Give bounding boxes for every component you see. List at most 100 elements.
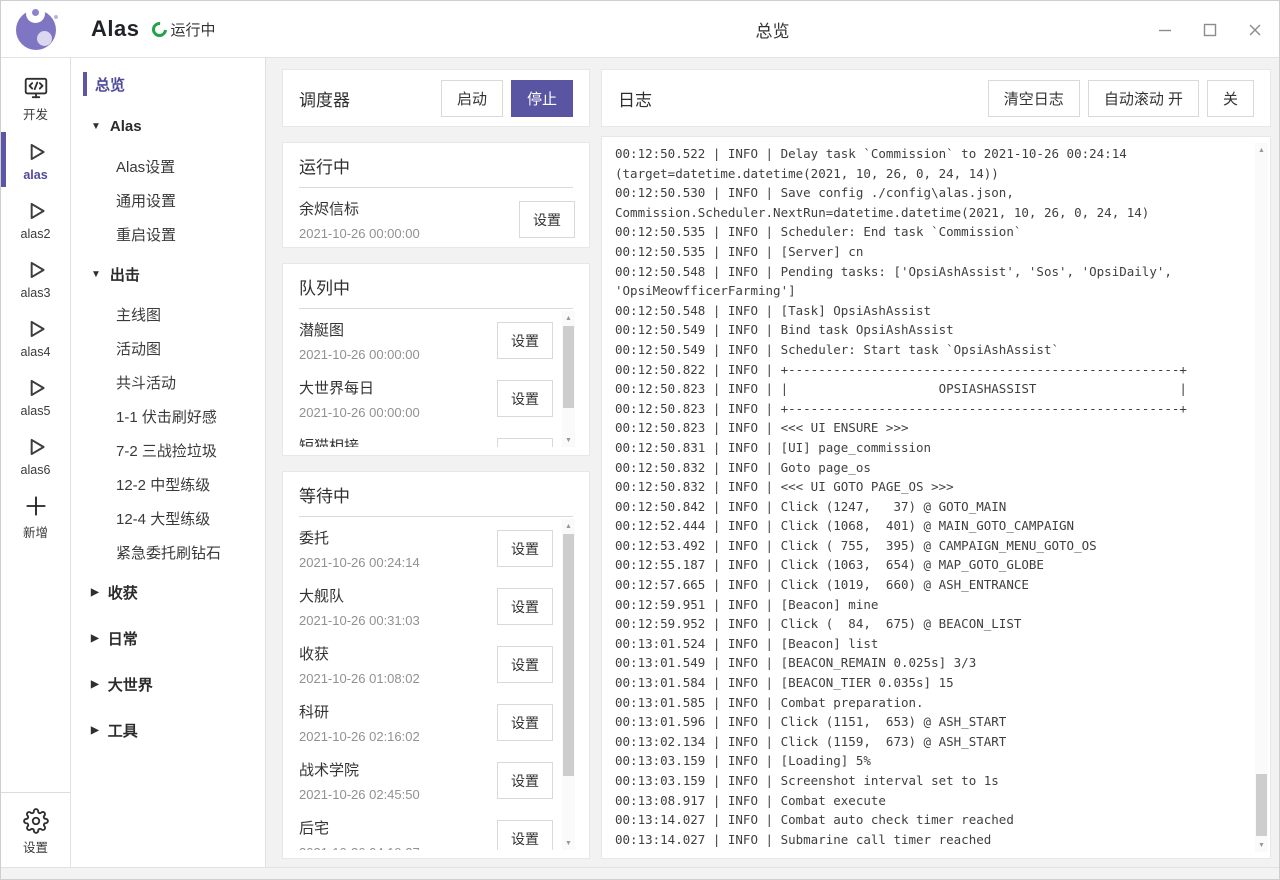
task-name: 潜艇图 [299, 319, 420, 340]
close-button[interactable] [1247, 22, 1263, 38]
task-settings-button[interactable]: 设置 [497, 322, 553, 359]
menu-item[interactable]: 紧急委托刷钻石 [71, 535, 265, 569]
task-settings-button[interactable]: 设置 [497, 530, 553, 567]
scroll-down-arrow-icon[interactable]: ▼ [562, 433, 575, 447]
play-icon [23, 316, 49, 342]
scrollbar[interactable]: ▲▼ [562, 311, 575, 447]
play-icon [23, 375, 49, 401]
maximize-button[interactable] [1202, 22, 1218, 38]
log-line: 00:12:57.665 | INFO | Click (1019, 660) … [615, 575, 1255, 595]
rail-item-alas5[interactable]: alas5 [1, 366, 70, 425]
rail-item-settings[interactable]: 设置 [1, 799, 70, 863]
menu-item[interactable]: ▶大世界 [71, 661, 265, 707]
task-row: 收获2021-10-26 01:08:02设置 [299, 635, 553, 693]
menu-item-label: 大世界 [108, 674, 153, 695]
task-name: 大世界每日 [299, 377, 420, 398]
scroll-down-arrow-icon[interactable]: ▼ [1255, 838, 1268, 852]
clear-log-button[interactable]: 清空日志 [988, 80, 1080, 117]
menu-item[interactable]: Alas设置 [71, 149, 265, 183]
task-time: 2021-10-26 00:24:14 [299, 555, 420, 570]
task-name: 科研 [299, 701, 420, 722]
menu-item[interactable]: ▶日常 [71, 615, 265, 661]
scroll-up-arrow-icon[interactable]: ▲ [562, 311, 575, 325]
start-button[interactable]: 启动 [441, 80, 503, 117]
task-name: 大舰队 [299, 585, 420, 606]
menu-item[interactable]: 共斗活动 [71, 365, 265, 399]
menu-item[interactable]: ▼Alas [71, 103, 265, 149]
menu-item-label: 7-2 三战捡垃圾 [116, 440, 217, 461]
scrollbar[interactable]: ▲▼ [562, 519, 575, 850]
rail-item-alas4[interactable]: alas4 [1, 307, 70, 366]
log-line: 00:13:03.159 | INFO | Screenshot interva… [615, 771, 1255, 791]
menu-item[interactable]: 活动图 [71, 331, 265, 365]
rail-item-dev[interactable]: 开发 [1, 66, 70, 130]
log-line: 00:13:01.584 | INFO | [BEACON_TIER 0.035… [615, 673, 1255, 693]
menu-item[interactable]: ▼出击 [71, 251, 265, 297]
menu-item[interactable]: 总览 [71, 65, 265, 103]
menu-item[interactable]: 12-4 大型练级 [71, 501, 265, 535]
log-line: 00:12:50.535 | INFO | [Server] cn [615, 242, 1255, 262]
minimize-button[interactable] [1157, 22, 1173, 38]
log-line: 00:12:55.187 | INFO | Click (1063, 654) … [615, 555, 1255, 575]
menu-item[interactable]: 通用设置 [71, 183, 265, 217]
autoscroll-on-button[interactable]: 自动滚动 开 [1088, 80, 1199, 117]
task-settings-button[interactable]: 设置 [497, 704, 553, 741]
rail-item-alas2[interactable]: alas2 [1, 189, 70, 248]
task-time: 2021-10-26 00:00:00 [299, 347, 420, 362]
rail-item-alas3[interactable]: alas3 [1, 248, 70, 307]
menu-item[interactable]: 主线图 [71, 297, 265, 331]
scroll-thumb[interactable] [563, 326, 574, 408]
rail-item-label: alas [23, 168, 47, 182]
scroll-up-arrow-icon[interactable]: ▲ [562, 519, 575, 533]
rail-item-label: alas2 [21, 227, 51, 241]
task-list: 余烬信标2021-10-26 00:00:00设置 [299, 190, 575, 239]
task-settings-button[interactable]: 设置 [519, 201, 575, 238]
task-settings-button[interactable]: 设置 [497, 762, 553, 799]
log-line: 00:12:50.842 | INFO | Click (1247, 37) @… [615, 497, 1255, 517]
log-line: 00:12:50.548 | INFO | [Task] OpsiAshAssi… [615, 301, 1255, 321]
menu-item-label: 12-4 大型练级 [116, 508, 210, 529]
log-line: 00:12:50.522 | INFO | Delay task `Commis… [615, 144, 1255, 183]
task-row: 短猫相接2021-10-26 00:00:00设置 [299, 427, 553, 447]
task-settings-button[interactable]: 设置 [497, 646, 553, 683]
task-settings-button[interactable]: 设置 [497, 438, 553, 447]
scroll-up-arrow-icon[interactable]: ▲ [1255, 143, 1268, 157]
task-settings-button[interactable]: 设置 [497, 820, 553, 850]
task-time: 2021-10-26 00:31:03 [299, 613, 420, 628]
log-line: 00:13:08.917 | INFO | Combat execute [615, 791, 1255, 811]
menu-item-label: 主线图 [116, 304, 161, 325]
rail-item-alas[interactable]: alas [1, 130, 70, 189]
scroll-thumb[interactable] [1256, 774, 1267, 836]
play-icon [23, 434, 49, 460]
scroll-thumb[interactable] [563, 534, 574, 776]
log-scrollbar[interactable]: ▲ ▼ [1255, 143, 1268, 852]
autoscroll-off-button[interactable]: 关 [1207, 80, 1254, 117]
log-line: 00:12:53.492 | INFO | Click ( 755, 395) … [615, 536, 1255, 556]
section-queued: 队列中潜艇图2021-10-26 00:00:00设置大世界每日2021-10-… [282, 263, 590, 456]
menu-item[interactable]: ▶收获 [71, 569, 265, 615]
menu-item[interactable]: ▶ 工具 [71, 707, 265, 753]
gear-icon [23, 808, 49, 834]
status-indicator: 运行中 [152, 19, 215, 40]
menu-item[interactable]: 1-1 伏击刷好感 [71, 399, 265, 433]
task-settings-button[interactable]: 设置 [497, 380, 553, 417]
task-list: 潜艇图2021-10-26 00:00:00设置大世界每日2021-10-26 … [299, 311, 553, 447]
section-title: 队列中 [283, 264, 589, 308]
window-controls [1157, 1, 1263, 58]
rail-item-alas6[interactable]: alas6 [1, 425, 70, 484]
log-line: 00:13:01.596 | INFO | Click (1151, 653) … [615, 712, 1255, 732]
chevron-right-icon: ▶ [91, 587, 99, 598]
rail-item-add[interactable]: 新增 [1, 484, 70, 548]
menu-item-label: 工具 [108, 720, 138, 741]
log-line: 00:12:50.823 | INFO | +-----------------… [615, 399, 1255, 419]
log-line: 00:12:50.535 | INFO | Scheduler: End tas… [615, 222, 1255, 242]
menu-item[interactable]: 重启设置 [71, 217, 265, 251]
task-time: 2021-10-26 04:19:27 [299, 845, 420, 850]
menu-item[interactable]: 12-2 中型练级 [71, 467, 265, 501]
scheduler-column: 调度器 启动 停止 运行中余烬信标2021-10-26 00:00:00设置队列… [282, 69, 590, 859]
scroll-down-arrow-icon[interactable]: ▼ [562, 836, 575, 850]
chevron-right-icon: ▶ [91, 725, 99, 736]
task-settings-button[interactable]: 设置 [497, 588, 553, 625]
stop-button[interactable]: 停止 [511, 80, 573, 117]
menu-item[interactable]: 7-2 三战捡垃圾 [71, 433, 265, 467]
